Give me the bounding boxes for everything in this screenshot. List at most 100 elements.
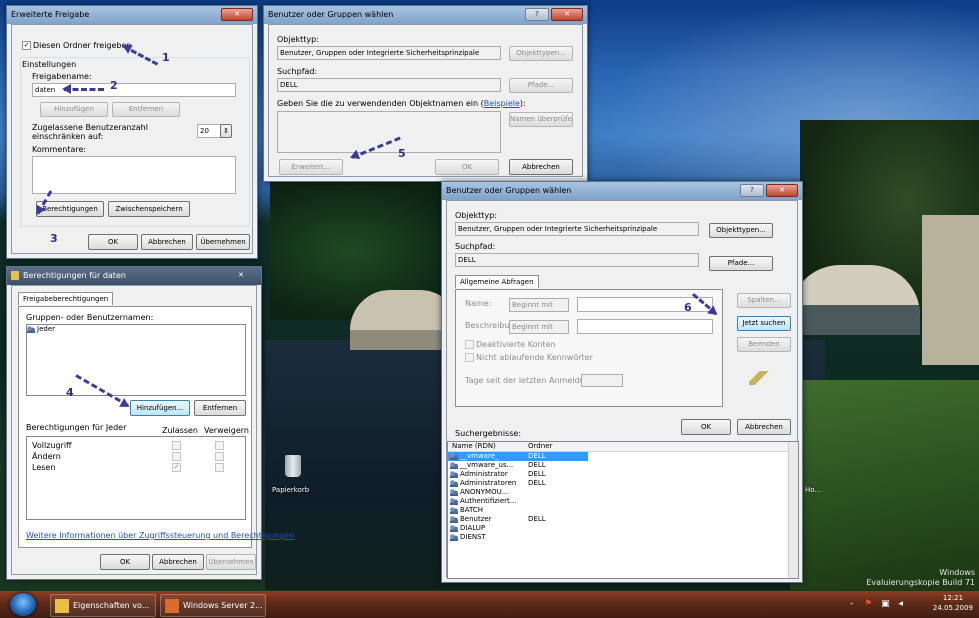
perm-full-control-deny-checkbox[interactable] bbox=[215, 441, 224, 450]
tab-share-permissions[interactable]: Freigabeberechtigungen bbox=[18, 292, 114, 305]
background-bridge-right bbox=[790, 265, 920, 335]
taskbar-item-label: Eigenschaften vo... bbox=[73, 601, 150, 610]
check-names-button[interactable]: Namen überprüfen bbox=[509, 112, 573, 127]
perm-read-deny-checkbox[interactable] bbox=[215, 463, 224, 472]
perm-full-control-allow-checkbox[interactable] bbox=[172, 441, 181, 450]
result-name: BATCH bbox=[460, 506, 484, 514]
result-folder: DELL bbox=[528, 452, 546, 460]
location-value: DELL bbox=[277, 78, 501, 92]
title-bar[interactable]: Erweiterte Freigabe ✕ bbox=[7, 6, 257, 24]
remove-share-button[interactable]: Entfernen bbox=[112, 102, 180, 117]
users-list[interactable]: Jeder bbox=[26, 324, 246, 396]
column-header-folder[interactable]: Ordner bbox=[528, 442, 552, 451]
description-operator-select[interactable]: Beginnt mit bbox=[509, 320, 569, 334]
results-scrollbar[interactable] bbox=[788, 442, 798, 578]
advanced-button[interactable]: Erweitert... bbox=[279, 159, 343, 175]
desktop-icon-label[interactable]: Ho... bbox=[805, 486, 821, 494]
object-types-button[interactable]: Objekttypen... bbox=[509, 46, 573, 61]
table-row[interactable]: DIALUP bbox=[448, 524, 798, 533]
ok-button[interactable]: OK bbox=[435, 159, 499, 175]
start-button[interactable] bbox=[10, 593, 36, 616]
recycle-bin-icon[interactable] bbox=[285, 455, 301, 477]
ok-button[interactable]: OK bbox=[88, 234, 138, 250]
disabled-accounts-checkbox[interactable] bbox=[465, 340, 474, 349]
apply-button[interactable]: Übernehmen bbox=[206, 554, 256, 570]
result-name: Authentifiziert... bbox=[460, 497, 517, 505]
perm-read-allow-checkbox[interactable]: ✓ bbox=[172, 463, 181, 472]
close-button[interactable]: ✕ bbox=[766, 184, 798, 197]
title-bar[interactable]: Benutzer oder Gruppen wählen ? ✕ bbox=[264, 6, 587, 24]
add-share-button[interactable]: Hinzufügen bbox=[40, 102, 108, 117]
user-icon bbox=[450, 470, 458, 478]
name-query-input[interactable] bbox=[577, 297, 713, 312]
folder-icon bbox=[11, 271, 19, 280]
users-icon bbox=[27, 325, 35, 333]
permissions-button[interactable]: Berechtigungen bbox=[36, 201, 104, 217]
user-limit-spinner[interactable]: ⇕ bbox=[220, 124, 232, 138]
share-folder-checkbox[interactable]: ✓ bbox=[22, 41, 31, 50]
caching-button[interactable]: Zwischenspeichern bbox=[108, 201, 190, 217]
recycle-bin-label[interactable]: Papierkorb bbox=[272, 486, 309, 494]
tab-common-queries[interactable]: Allgemeine Abfragen bbox=[455, 275, 539, 288]
column-header-name[interactable]: Name (RDN) bbox=[452, 442, 496, 451]
ok-button[interactable]: OK bbox=[100, 554, 150, 570]
non-expiring-passwords-checkbox[interactable] bbox=[465, 353, 474, 362]
remove-user-button[interactable]: Entfernen bbox=[194, 400, 246, 416]
group-users-label: Gruppen- oder Benutzernamen: bbox=[26, 313, 154, 322]
comments-textarea[interactable] bbox=[32, 156, 236, 194]
annotation-number-5: 5 bbox=[398, 147, 406, 160]
columns-button[interactable]: Spalten... bbox=[737, 293, 791, 308]
perm-read-label: Lesen bbox=[32, 463, 56, 472]
cancel-button[interactable]: Abbrechen bbox=[737, 419, 791, 435]
table-row[interactable]: __vmware_us... DELL bbox=[448, 461, 798, 470]
table-row[interactable]: __vmware_ DELL bbox=[448, 452, 588, 461]
table-row[interactable]: Benutzer DELL bbox=[448, 515, 798, 524]
taskbar-item-windows-server[interactable]: Windows Server 2... bbox=[160, 594, 266, 617]
taskbar-item-properties[interactable]: Eigenschaften vo... bbox=[50, 594, 156, 617]
days-since-logon-select[interactable] bbox=[581, 374, 623, 387]
table-row[interactable]: DIENST bbox=[448, 533, 798, 542]
disabled-accounts-label: Deaktivierte Konten bbox=[476, 340, 556, 349]
tray-arrow-icon[interactable]: - bbox=[850, 599, 853, 609]
search-now-button[interactable]: Jetzt suchen bbox=[737, 316, 791, 331]
add-user-button[interactable]: Hinzufügen... bbox=[130, 400, 190, 416]
help-button[interactable]: ? bbox=[525, 8, 549, 21]
object-types-button[interactable]: Objekttypen... bbox=[709, 223, 773, 238]
title-bar[interactable]: Benutzer oder Gruppen wählen ? ✕ bbox=[442, 182, 802, 200]
apply-button[interactable]: Übernehmen bbox=[196, 234, 250, 250]
paths-button[interactable]: Pfade... bbox=[509, 78, 573, 93]
table-row[interactable]: ANONYMOU... bbox=[448, 488, 798, 497]
clock[interactable]: 12:21 24.05.2009 bbox=[933, 593, 973, 613]
description-query-input[interactable] bbox=[577, 319, 713, 334]
search-results-table[interactable]: Name (RDN) Ordner __vmware_ DELL __vmware… bbox=[447, 441, 799, 579]
object-names-input[interactable] bbox=[277, 111, 501, 153]
group-icon bbox=[450, 524, 458, 532]
table-row[interactable]: BATCH bbox=[448, 506, 798, 515]
cancel-button[interactable]: Abbrechen bbox=[152, 554, 204, 570]
paths-button[interactable]: Pfade... bbox=[709, 256, 773, 271]
name-operator-select[interactable]: Beginnt mit bbox=[509, 298, 569, 312]
close-button[interactable]: ✕ bbox=[225, 269, 257, 282]
evaluation-watermark: Windows Evaluierungskopie Build 71 bbox=[866, 568, 975, 588]
volume-icon[interactable]: ◂ bbox=[898, 599, 903, 609]
perm-change-allow-checkbox[interactable] bbox=[172, 452, 181, 461]
access-control-info-link[interactable]: Weitere Informationen über Zugriffssteue… bbox=[26, 531, 294, 540]
title-bar[interactable]: Berechtigungen für daten ✕ bbox=[7, 267, 261, 285]
table-row[interactable]: Administratoren DELL bbox=[448, 479, 798, 488]
table-row[interactable]: Administrator DELL bbox=[448, 470, 798, 479]
cancel-button[interactable]: Abbrechen bbox=[141, 234, 193, 250]
examples-link[interactable]: Beispiele bbox=[484, 99, 520, 108]
action-center-icon[interactable]: ⚑ bbox=[864, 599, 872, 609]
help-button[interactable]: ? bbox=[740, 184, 764, 197]
table-row[interactable]: Authentifiziert... bbox=[448, 497, 798, 506]
stop-button[interactable]: Beenden bbox=[737, 337, 791, 352]
network-icon[interactable]: ▣ bbox=[881, 599, 890, 609]
window-title: Berechtigungen für daten bbox=[23, 271, 126, 280]
perm-change-deny-checkbox[interactable] bbox=[215, 452, 224, 461]
cancel-button[interactable]: Abbrechen bbox=[509, 159, 573, 175]
ok-button[interactable]: OK bbox=[681, 419, 731, 435]
close-button[interactable]: ✕ bbox=[551, 8, 583, 21]
list-item[interactable]: Jeder bbox=[27, 325, 245, 334]
user-name: Jeder bbox=[37, 325, 55, 333]
close-button[interactable]: ✕ bbox=[221, 8, 253, 21]
